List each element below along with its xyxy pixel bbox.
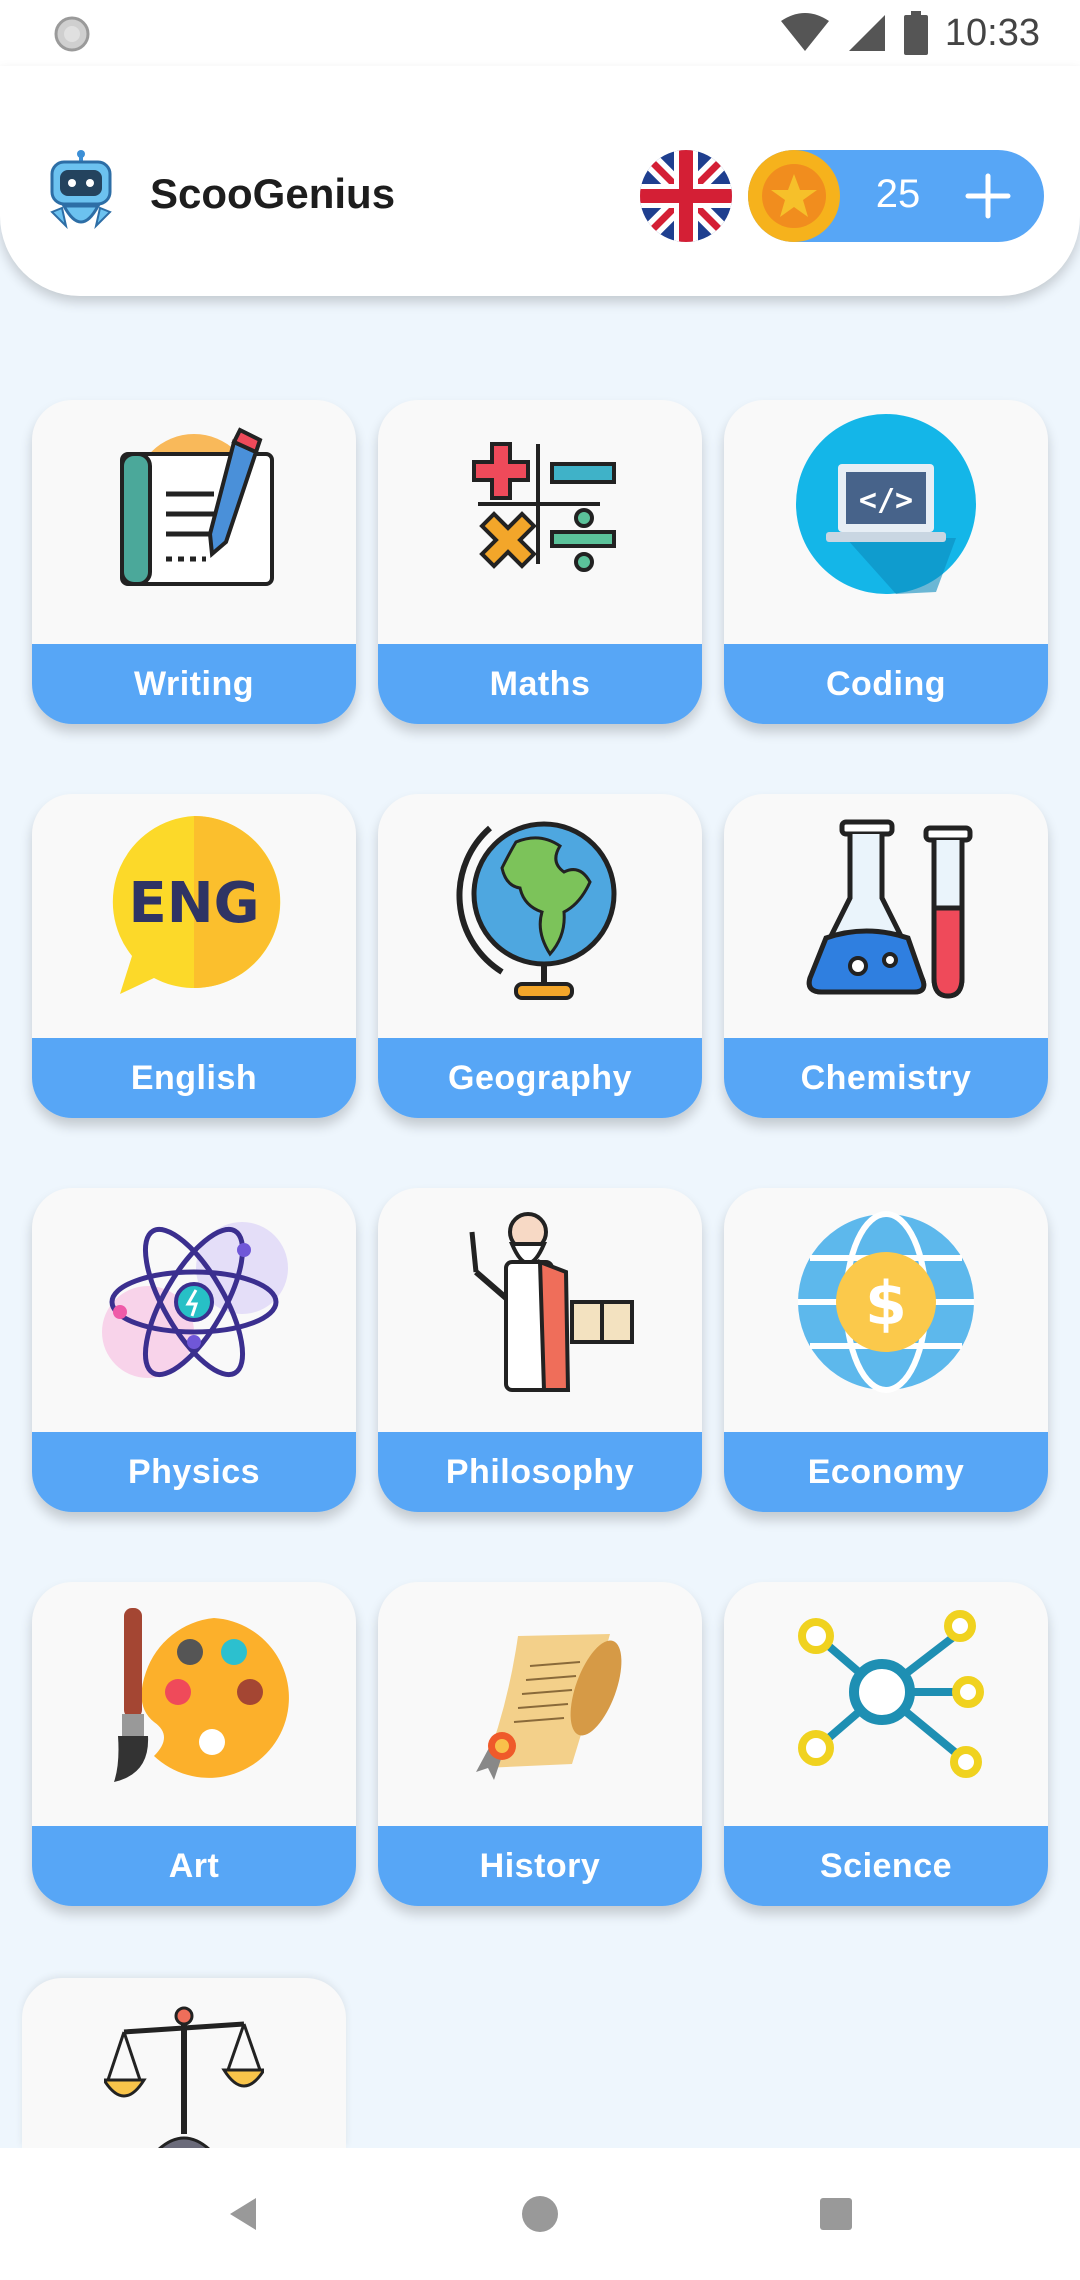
subject-label: Maths (378, 644, 702, 724)
flask-test-tube-icon (806, 819, 973, 999)
subject-label: Physics (32, 1432, 356, 1512)
philosopher-book-icon (469, 1212, 634, 1392)
svg-text:</>: </> (859, 483, 913, 518)
plus-icon[interactable] (960, 168, 1016, 224)
network-icon (798, 1610, 984, 1778)
atom-icon (102, 1222, 288, 1378)
app-title: ScooGenius (150, 170, 396, 217)
laptop-code-icon: </> (796, 414, 976, 594)
subject-card-chemistry[interactable]: Chemistry (724, 794, 1048, 1118)
wifi-icon (780, 13, 829, 51)
scroll-icon (476, 1634, 622, 1780)
subject-card-maths[interactable]: Maths (378, 400, 702, 724)
status-icons: 10:33 (779, 8, 1040, 58)
palette-brush-icon (114, 1608, 289, 1782)
recents-icon[interactable] (814, 2192, 858, 2236)
app-header: ScooGenius 25 (0, 66, 1080, 296)
home-icon[interactable] (518, 2192, 562, 2236)
subject-card-science[interactable]: Science (724, 1582, 1048, 1906)
subject-card-philosophy[interactable]: Philosophy (378, 1188, 702, 1512)
globe-icon (456, 821, 617, 1000)
subject-label: Science (724, 1826, 1048, 1906)
scales-icon (104, 2006, 264, 2148)
robot-mascot-icon[interactable] (46, 150, 116, 238)
star-coin-icon (748, 150, 840, 242)
subject-card-art[interactable]: Art (32, 1582, 356, 1906)
signal-icon (848, 15, 885, 51)
subject-card-history[interactable]: History (378, 1582, 702, 1906)
subject-card-writing[interactable]: Writing (32, 400, 356, 724)
dollar-globe-icon: $ (798, 1211, 974, 1393)
svg-text:ENG: ENG (128, 871, 259, 936)
subject-card-physics[interactable]: Physics (32, 1188, 356, 1512)
subject-card-geography[interactable]: Geography (378, 794, 702, 1118)
coin-count: 25 (875, 172, 921, 216)
subject-label: History (378, 1826, 702, 1906)
writing-icon (120, 427, 274, 586)
status-bar: 10:33 (0, 0, 1080, 66)
subject-label: Coding (724, 644, 1048, 724)
eng-speech-bubble-icon: ENG (112, 815, 281, 994)
navigation-bar (0, 2148, 1080, 2280)
uk-flag-icon[interactable] (640, 150, 732, 242)
subject-card-economy[interactable]: $ Economy (724, 1188, 1048, 1512)
subject-card-partial[interactable] (22, 1978, 346, 2148)
subject-label: Chemistry (724, 1038, 1048, 1118)
subject-card-coding[interactable]: </> Coding (724, 400, 1048, 724)
subject-label: Philosophy (378, 1432, 702, 1512)
math-symbols-icon (472, 442, 616, 572)
battery-icon (903, 11, 928, 55)
status-time: 10:33 (944, 11, 1040, 54)
subject-label: English (32, 1038, 356, 1118)
subject-label: Art (32, 1826, 356, 1906)
subject-label: Geography (378, 1038, 702, 1118)
subject-label: Economy (724, 1432, 1048, 1512)
coin-balance[interactable]: 25 (748, 150, 1044, 242)
subject-label: Writing (32, 644, 356, 724)
sync-icon (54, 16, 90, 52)
subject-card-english[interactable]: ENG English (32, 794, 356, 1118)
svg-text:$: $ (865, 1269, 907, 1339)
back-icon[interactable] (222, 2192, 266, 2236)
